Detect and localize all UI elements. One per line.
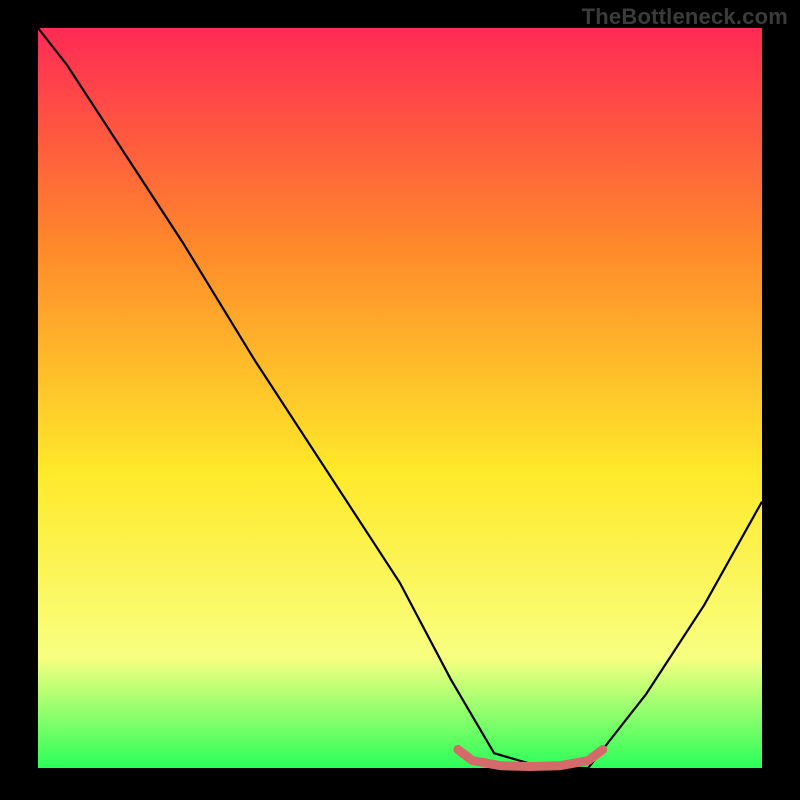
watermark-text: TheBottleneck.com <box>582 4 788 30</box>
plot-area <box>38 28 762 768</box>
bottleneck-chart <box>0 0 800 800</box>
